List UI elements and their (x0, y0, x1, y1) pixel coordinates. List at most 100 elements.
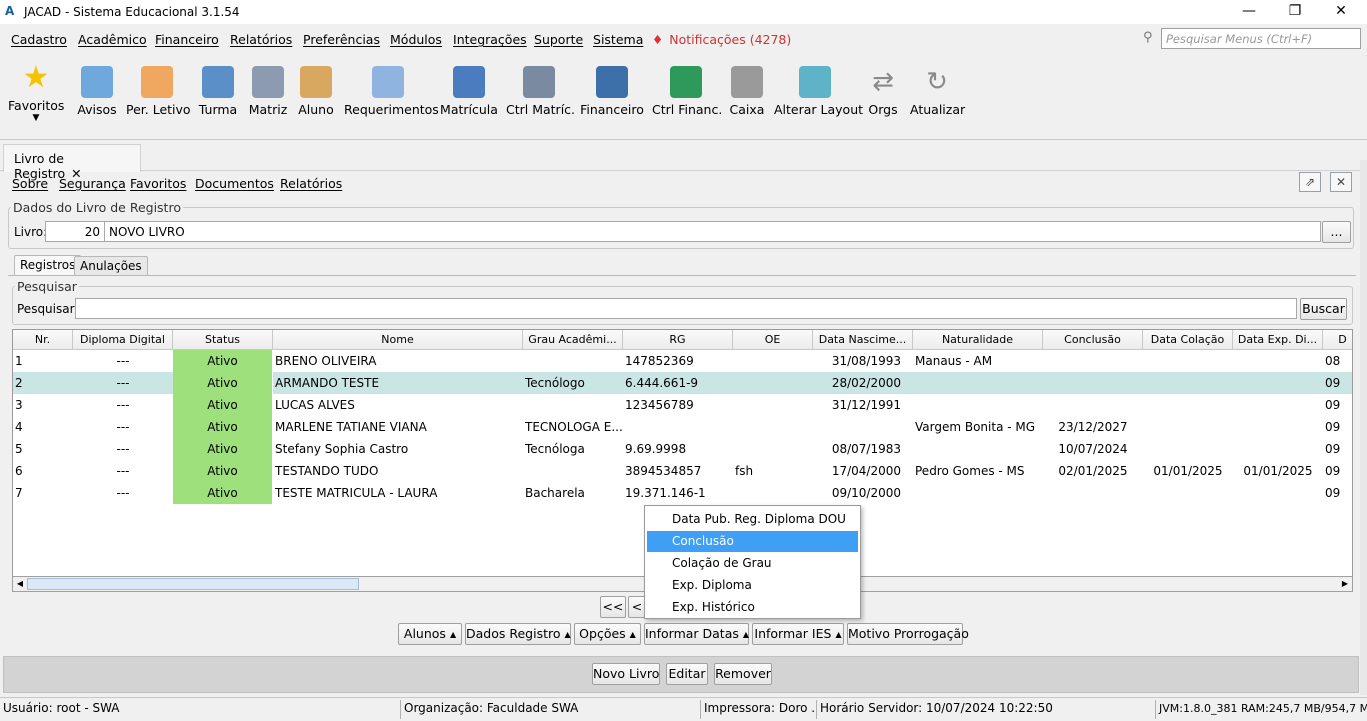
detach-icon[interactable]: ⇗ (1299, 172, 1321, 192)
column-header-data-nascimento[interactable]: Data Nascime... (813, 330, 913, 350)
menu-financeiro[interactable]: Financeiro (155, 32, 219, 47)
informar-ies-button[interactable]: Informar IES ▲ (752, 623, 844, 645)
menu-academico[interactable]: Acadêmico (78, 32, 147, 47)
scroll-left-icon[interactable]: ◀ (13, 577, 27, 591)
cell-naturalidade (913, 394, 1043, 416)
cell-data-colacao (1143, 394, 1233, 416)
minimize-button[interactable]: — (1226, 0, 1272, 24)
toolbar-turma[interactable]: Turma (196, 60, 240, 130)
informar-datas-button[interactable]: Informar Datas ▲ (644, 623, 749, 645)
notifications-link[interactable]: ♦ Notificações (4278) (652, 32, 791, 47)
column-header-data-exp-diploma[interactable]: Data Exp. Di... (1233, 330, 1323, 350)
column-header-data-colacao[interactable]: Data Colação (1143, 330, 1233, 350)
menu-item-colacao-de-grau[interactable]: Colação de Grau (647, 553, 858, 574)
submenu-sobre[interactable]: Sobre (12, 176, 48, 191)
menu-sistema[interactable]: Sistema (593, 32, 643, 47)
tab-registros[interactable]: Registros (14, 255, 82, 276)
dados-registro-button[interactable]: Dados Registro ▲ (465, 623, 571, 645)
column-header-conclusao[interactable]: Conclusão (1043, 330, 1143, 350)
toolbar-orgs[interactable]: ⇄ Orgs (864, 60, 902, 130)
cell-diploma-digital: --- (116, 464, 130, 478)
menu-search-input[interactable]: Pesquisar Menus (Ctrl+F) (1161, 28, 1361, 49)
menu-preferencias[interactable]: Preferências (303, 32, 380, 47)
menu-item-conclusao[interactable]: Conclusão (647, 531, 858, 552)
opcoes-button[interactable]: Opções ▲ (574, 623, 641, 645)
toolbar-per-letivo[interactable]: Per. Letivo (126, 60, 191, 130)
novo-livro-button[interactable]: Novo Livro (592, 663, 660, 685)
column-header-d[interactable]: D (1323, 330, 1352, 350)
close-panel-icon[interactable]: ✕ (1330, 172, 1352, 192)
scroll-right-icon[interactable]: ▶ (1338, 577, 1352, 591)
envelope-icon (81, 66, 113, 98)
table-row[interactable]: 5 --- Ativo Stefany Sophia Castro Tecnóloga 9… (13, 438, 1352, 460)
column-header-oe[interactable]: OE (733, 330, 813, 350)
status-user: Usuário: root - SWA (3, 701, 120, 715)
submenu-favoritos[interactable]: Favoritos (130, 176, 186, 191)
enrollment-control-icon (523, 66, 555, 98)
tab-anulacoes[interactable]: Anulações (74, 256, 148, 275)
menu-item-data-pub-dou[interactable]: Data Pub. Reg. Diploma DOU (647, 509, 858, 530)
vertical-scrollbar[interactable] (1360, 160, 1367, 695)
column-header-rg[interactable]: RG (623, 330, 733, 350)
menu-suporte[interactable]: Suporte (534, 32, 583, 47)
cell-conclusao: 10/07/2024 (1058, 442, 1128, 456)
toolbar-favoritos[interactable]: ★ Favoritos ▼ (8, 56, 64, 126)
submenu-documentos[interactable]: Documentos (195, 176, 274, 191)
alunos-button[interactable]: Alunos ▲ (398, 623, 462, 645)
table-row[interactable]: 2 --- Ativo ARMANDO TESTE Tecnólogo 6.444.661… (13, 372, 1352, 394)
request-form-icon (372, 66, 404, 98)
livro-number-field[interactable]: 20 (45, 221, 105, 242)
table-row[interactable]: 1 --- Ativo BRENO OLIVEIRA 147852369 31/08/19… (13, 350, 1352, 372)
column-header-diploma-digital[interactable]: Diploma Digital (73, 330, 173, 350)
submenu-relatorios[interactable]: Relatórios (280, 176, 342, 191)
motivo-prorrogacao-button[interactable]: Motivo Prorrogação (847, 623, 969, 645)
toolbar-atualizar[interactable]: ↻ Atualizar (910, 60, 965, 130)
editar-button[interactable]: Editar (666, 663, 708, 685)
column-header-naturalidade[interactable]: Naturalidade (913, 330, 1043, 350)
toolbar-alterar-layout[interactable]: Alterar Layout (774, 60, 863, 130)
toolbar-aluno[interactable]: Aluno (296, 60, 336, 130)
table-row[interactable]: 6 --- Ativo TESTANDO TUDO 3894534857 fsh 17/04… (13, 460, 1352, 482)
menu-relatorios[interactable]: Relatórios (230, 32, 292, 47)
window-title: JACAD - Sistema Educacional 3.1.54 (24, 5, 240, 19)
toolbar-requerimentos[interactable]: Requerimentos (344, 60, 439, 130)
column-header-nome[interactable]: Nome (273, 330, 523, 350)
caret-up-icon: ▲ (835, 630, 842, 639)
toolbar-caixa[interactable]: Caixa (728, 60, 766, 130)
toolbar-matricula[interactable]: Matrícula (440, 60, 498, 130)
column-header-status[interactable]: Status (173, 330, 273, 350)
cell-nome: LUCAS ALVES (275, 398, 355, 412)
toolbar-avisos[interactable]: Avisos (76, 60, 118, 130)
livro-name-field[interactable]: NOVO LIVRO (104, 221, 1321, 242)
column-header-nr[interactable]: Nr. (13, 330, 73, 350)
search-input[interactable] (75, 298, 1297, 319)
submenu-seguranca[interactable]: Segurança (59, 176, 126, 191)
cell-data-exp-diploma: 01/01/2025 (1243, 464, 1313, 478)
toolbar-matriz[interactable]: Matriz (248, 60, 288, 130)
table-row[interactable]: 7 --- Ativo TESTE MATRICULA - LAURA Bacharel… (13, 482, 1352, 504)
search-button[interactable]: Buscar (1300, 298, 1347, 320)
column-header-grau-academico[interactable]: Grau Acadêmi... (523, 330, 623, 350)
toolbar-financeiro[interactable]: Financeiro (580, 60, 644, 130)
browse-livro-button[interactable]: ... (1322, 221, 1351, 243)
toolbar-ctrl-financ[interactable]: Ctrl Financ. (652, 60, 722, 130)
first-page-button[interactable]: << (600, 596, 626, 618)
cell-data-exp-diploma (1233, 394, 1323, 416)
remover-button[interactable]: Remover (714, 663, 772, 685)
cell-nr: 3 (15, 398, 23, 412)
close-window-button[interactable]: ✕ (1318, 0, 1364, 24)
cell-data-exp-diploma (1233, 416, 1323, 438)
toolbar-ctrl-matric[interactable]: Ctrl Matríc. (506, 60, 575, 130)
table-row[interactable]: 3 --- Ativo LUCAS ALVES 123456789 31/12/1991 0… (13, 394, 1352, 416)
menu-item-exp-diploma[interactable]: Exp. Diploma (647, 575, 858, 596)
maximize-button[interactable]: ❐ (1272, 0, 1318, 24)
scrollbar-thumb[interactable] (27, 578, 359, 590)
tab-livro-de-registro[interactable]: Livro de Registro ✕ (3, 144, 141, 181)
menu-modulos[interactable]: Módulos (390, 32, 442, 47)
menu-integracoes[interactable]: Integrações (453, 32, 527, 47)
menu-cadastro[interactable]: Cadastro (11, 32, 67, 47)
cell-nr: 6 (15, 464, 23, 478)
table-row[interactable]: 4 --- Ativo MARLENE TATIANE VIANA TECNOLOGA … (13, 416, 1352, 438)
menu-item-exp-historico[interactable]: Exp. Histórico (647, 597, 858, 618)
cell-grau-academico: Tecnólogo (525, 376, 585, 390)
